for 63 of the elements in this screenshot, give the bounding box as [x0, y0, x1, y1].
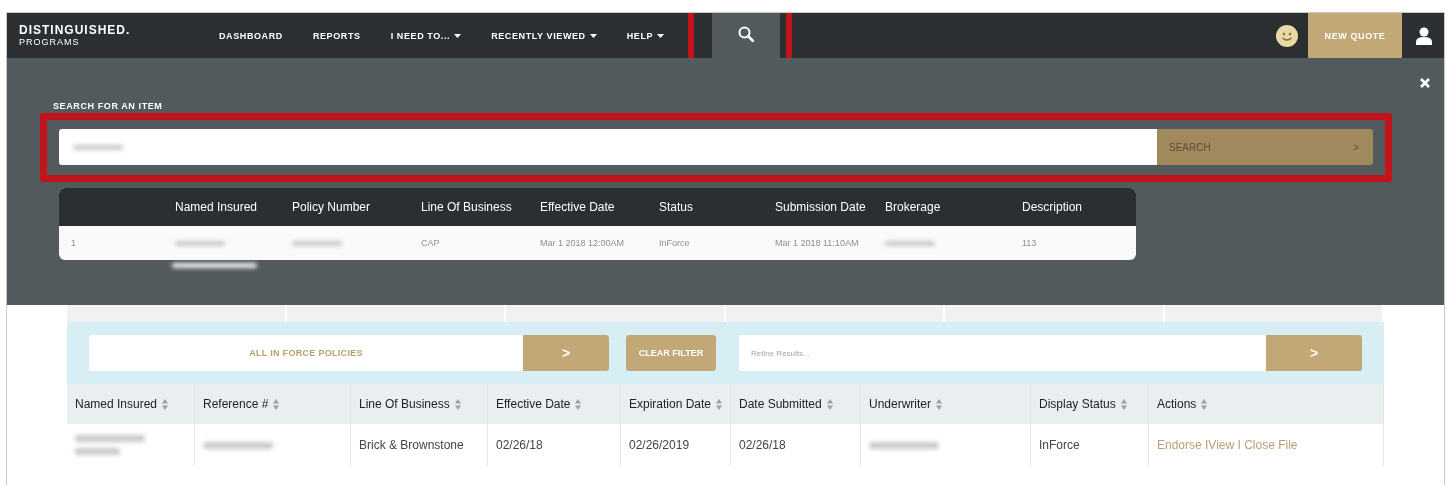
search-field[interactable] — [59, 129, 1157, 165]
brand-name: DISTINGUISHED. — [19, 24, 132, 37]
close-icon[interactable] — [1420, 78, 1430, 88]
column-header: Submission Date — [775, 200, 866, 214]
column-header[interactable]: Reference # — [203, 397, 269, 411]
blurred-text — [75, 435, 145, 442]
column-header: Named Insured — [175, 200, 258, 214]
column-header: Policy Number — [292, 200, 371, 214]
sort-icon[interactable] — [162, 398, 169, 410]
column-header: Effective Date — [540, 200, 615, 214]
table-cell: 02/26/18 — [496, 438, 543, 452]
column-header[interactable]: Expiration Date — [629, 397, 712, 411]
nav-link[interactable]: HELP — [626, 30, 665, 41]
table-cell: InForce — [659, 238, 690, 248]
sort-icon[interactable] — [1120, 398, 1127, 410]
table-cell: InForce — [1039, 438, 1080, 452]
brand-subtitle: PROGRAMS — [19, 37, 81, 47]
table-cell: Mar 1 2018 12:00AM — [540, 238, 625, 248]
column-header[interactable]: Actions — [1157, 397, 1197, 411]
blurred-text — [203, 441, 273, 449]
search-icon — [738, 26, 755, 42]
blurred-text — [292, 241, 342, 246]
nav-link[interactable]: I NEED TO... — [390, 30, 462, 41]
column-header[interactable]: Line Of Business — [359, 397, 450, 411]
table-cell: 02/26/18 — [739, 438, 786, 452]
column-header: Brokerage — [885, 200, 941, 214]
table-cell: 113 — [1022, 238, 1037, 248]
column-header: Status — [659, 200, 694, 214]
caret-icon — [454, 33, 462, 38]
table-cell: Brick & Brownstone — [359, 438, 464, 452]
sort-icon[interactable] — [273, 398, 280, 410]
table-cell: CAP — [421, 238, 440, 248]
nav-link[interactable]: REPORTS — [312, 30, 361, 41]
nav-link[interactable]: DASHBOARD — [219, 30, 283, 41]
column-header[interactable]: Underwriter — [869, 397, 931, 411]
smiley-avatar-icon[interactable] — [1276, 24, 1298, 47]
column-header: Description — [1022, 200, 1083, 214]
user-icon[interactable] — [1416, 26, 1432, 45]
search-tab[interactable] — [712, 13, 781, 58]
sort-icon[interactable] — [454, 398, 461, 410]
column-header[interactable]: Effective Date — [496, 397, 571, 411]
sort-icon[interactable] — [936, 398, 942, 410]
table-cell: Mar 1 2018 11:10AM — [775, 238, 859, 248]
refine-field[interactable]: Refine Results... — [739, 335, 1266, 371]
sort-icon[interactable] — [716, 398, 723, 410]
column-header[interactable]: Named Insured — [75, 397, 158, 411]
column-header[interactable]: Display Status — [1039, 397, 1116, 411]
caret-icon — [589, 33, 597, 38]
blurred-text — [885, 241, 935, 246]
sort-icon[interactable] — [826, 398, 833, 410]
blurred-text — [175, 241, 225, 246]
sort-icon[interactable] — [1201, 398, 1208, 410]
blurred-text — [73, 144, 123, 150]
sort-icon[interactable] — [575, 398, 582, 410]
blurred-text — [869, 441, 939, 449]
column-header: Line Of Business — [421, 200, 512, 214]
caret-icon — [657, 33, 665, 38]
column-header[interactable]: Date Submitted — [739, 397, 822, 411]
table-cell: 1 — [71, 238, 76, 248]
table-cell: 02/26/2019 — [629, 438, 690, 452]
search-heading: SEARCH FOR AN ITEM — [53, 101, 164, 111]
nav-link[interactable]: RECENTLY VIEWED — [491, 30, 597, 41]
blurred-text — [75, 448, 120, 455]
